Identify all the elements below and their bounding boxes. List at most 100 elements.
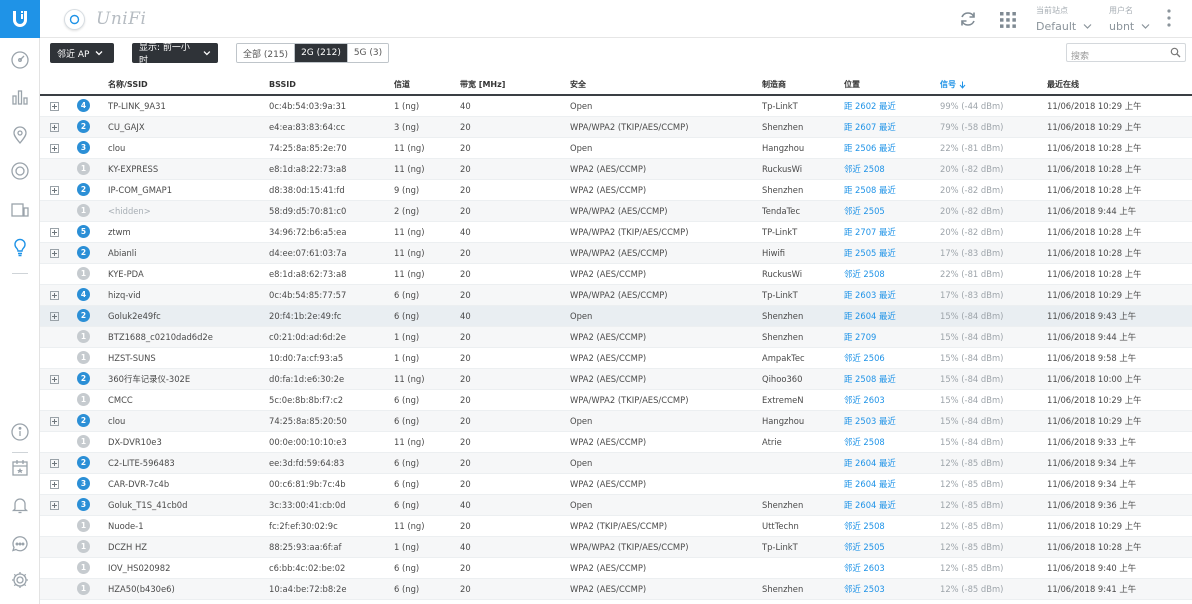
search-input[interactable] (1067, 48, 1165, 66)
expand-row-icon[interactable] (50, 143, 59, 153)
band-5g-button[interactable]: 5G (3) (347, 44, 389, 62)
table-row[interactable]: 1 <hidden> 58:d9:d5:70:81:c0 2 (ng) 20 WPA/WP… (40, 200, 1192, 222)
col-header-signal[interactable]: 信号 (940, 75, 1047, 96)
location-cell[interactable]: 距 2508 最近 (844, 179, 940, 201)
col-header-bssid[interactable]: BSSID (269, 75, 394, 96)
col-header-location[interactable]: 位置 (844, 75, 940, 96)
security-cell: Open (570, 305, 762, 327)
col-header-security[interactable]: 安全 (570, 75, 762, 96)
neighbor-ap-dropdown[interactable]: 邻近 AP (50, 43, 114, 63)
site-selector[interactable]: 当前站点 Default (1036, 5, 1092, 33)
alerts-icon[interactable] (10, 495, 30, 515)
location-cell[interactable]: 距 2709 (844, 326, 940, 348)
expand-row-icon[interactable] (50, 311, 59, 321)
expand-row-icon[interactable] (50, 290, 59, 300)
location-cell[interactable]: 距 2604 最近 (844, 494, 940, 516)
table-row[interactable]: 1 DCZH HZ 88:25:93:aa:6f:af 1 (ng) 40 WPA/WPA… (40, 536, 1192, 558)
table-row[interactable]: 2 IP-COM_GMAP1 d8:38:0d:15:41:fd 9 (ng) 20 WP… (40, 179, 1192, 201)
table-row[interactable]: 2 CU_GAJX e4:ea:83:83:64:cc 3 (ng) 20 WPA/WPA… (40, 116, 1192, 138)
expand-row-icon[interactable] (50, 458, 59, 468)
ssid-cell: HZA50(b430e6) (108, 578, 269, 600)
col-header-bandwidth[interactable]: 带宽 [MHz] (460, 75, 570, 96)
location-cell[interactable]: 距 2604 最近 (844, 473, 940, 495)
location-cell[interactable]: 邻近 2503 (844, 578, 940, 600)
channel-cell: 11 (ng) (394, 137, 460, 159)
table-row[interactable]: 2 360行车记录仪-302E d0:fa:1d:e6:30:2e 11 (ng) 20… (40, 368, 1192, 390)
expand-row-icon[interactable] (50, 416, 59, 426)
table-row[interactable]: 5 ztwm 34:96:72:b6:a5:ea 11 (ng) 40 WPA/WPA2 … (40, 221, 1192, 243)
location-cell[interactable]: 邻近 2505 (844, 200, 940, 222)
location-cell[interactable]: 距 2604 最近 (844, 305, 940, 327)
table-row[interactable]: 2 Abianli d4:ee:07:61:03:7a 11 (ng) 20 WPA/WP… (40, 242, 1192, 264)
dashboard-icon[interactable] (10, 50, 30, 70)
bandwidth-cell: 20 (460, 137, 570, 159)
insights-icon[interactable] (10, 237, 30, 257)
band-2g-button[interactable]: 2G (212) (295, 44, 348, 62)
more-menu-icon[interactable] (1164, 7, 1174, 29)
col-header-ssid[interactable]: 名称/SSID (108, 75, 269, 96)
col-header-channel[interactable]: 信道 (394, 75, 460, 96)
security-cell: WPA2 (AES/CCMP) (570, 263, 762, 285)
user-menu[interactable]: 用户名 ubnt (1109, 5, 1150, 33)
chat-icon[interactable] (10, 534, 30, 554)
col-header-manufacturer[interactable]: 制造商 (762, 75, 844, 96)
apps-grid-icon[interactable] (999, 11, 1017, 29)
location-cell[interactable]: 邻近 2603 (844, 389, 940, 411)
table-row[interactable]: 1 KY-EXPRESS e8:1d:a8:22:73:a8 11 (ng) 20 WPA… (40, 158, 1192, 180)
location-cell[interactable]: 距 2508 最近 (844, 368, 940, 390)
location-cell[interactable]: 距 2607 最近 (844, 116, 940, 138)
location-cell[interactable]: 邻近 2508 (844, 431, 940, 453)
table-row[interactable]: 1 BTZ1688_c0210dad6d2e c0:21:0d:ad:6d:2e 1 … (40, 326, 1192, 348)
events-icon[interactable] (10, 458, 30, 478)
table-row[interactable]: 1 DX-DVR10e3 00:0e:00:10:10:e3 11 (ng) 20 WPA… (40, 431, 1192, 453)
table-row[interactable]: 2 C2-LITE-596483 ee:3d:fd:59:64:83 6 (ng) 20… (40, 452, 1192, 474)
table-row[interactable]: 3 Goluk_T1S_41cb0d 3c:33:00:41:cb:0d 6 (ng)… (40, 494, 1192, 516)
location-cell[interactable]: 邻近 2508 (844, 158, 940, 180)
table-row[interactable]: 4 hizq-vid 0c:4b:54:85:77:57 6 (ng) 20 WPA/WP… (40, 284, 1192, 306)
location-cell[interactable]: 距 2503 最近 (844, 410, 940, 432)
location-cell[interactable]: 距 2602 最近 (844, 95, 940, 117)
expand-row-icon[interactable] (50, 374, 59, 384)
table-row[interactable]: 1 HZST-SUNS 10:d0:7a:cf:93:a5 1 (ng) 20 WPA2 … (40, 347, 1192, 369)
time-range-dropdown[interactable]: 显示: 前一小时 (132, 43, 218, 66)
table-row[interactable]: 1 KYE-PDA e8:1d:a8:62:73:a8 11 (ng) 20 WPA2 (… (40, 263, 1192, 285)
table-row[interactable]: 1 IOV_HS020982 c6:bb:4c:02:be:02 6 (ng) 20 WP… (40, 557, 1192, 579)
band-all-button[interactable]: 全部 (215) (237, 44, 296, 62)
location-cell[interactable]: 邻近 2508 (844, 263, 940, 285)
table-row[interactable]: 3 clou 74:25:8a:85:2e:70 11 (ng) 20 Open Hangz… (40, 137, 1192, 159)
location-cell[interactable]: 距 2506 最近 (844, 137, 940, 159)
location-cell[interactable]: 距 2604 最近 (844, 452, 940, 474)
expand-row-icon[interactable] (50, 185, 59, 195)
table-row[interactable]: 2 clou 74:25:8a:85:20:50 6 (ng) 20 Open Hangzh… (40, 410, 1192, 432)
map-icon[interactable] (10, 125, 30, 145)
expand-row-icon[interactable] (50, 479, 59, 489)
unifi-logo[interactable] (0, 0, 40, 38)
refresh-icon[interactable] (958, 9, 978, 29)
location-cell[interactable]: 邻近 2506 (844, 347, 940, 369)
table-row[interactable]: 2 Goluk2e49fc 20:f4:1b:2e:49:fc 6 (ng) 40 Ope… (40, 305, 1192, 327)
location-cell[interactable]: 邻近 2603 (844, 557, 940, 579)
devices-icon[interactable] (10, 161, 30, 181)
settings-gear-icon[interactable] (10, 570, 30, 590)
expand-row-icon[interactable] (50, 101, 59, 111)
expand-row-icon[interactable] (50, 248, 59, 258)
expand-row-icon[interactable] (50, 500, 59, 510)
location-cell[interactable]: 距 2505 最近 (844, 242, 940, 264)
expand-row-icon[interactable] (50, 122, 59, 132)
location-cell[interactable]: 距 2603 最近 (844, 284, 940, 306)
search-icon[interactable] (1170, 47, 1181, 58)
location-cell[interactable]: 距 2707 最近 (844, 221, 940, 243)
statistics-icon[interactable] (10, 87, 30, 107)
table-row[interactable]: 3 CAR-DVR-7c4b 00:c6:81:9b:7c:4b 6 (ng) 20 WP… (40, 473, 1192, 495)
info-icon[interactable] (10, 422, 30, 442)
manufacturer-cell: AmpakTec (762, 347, 844, 369)
table-row[interactable]: 4 TP-LINK_9A31 0c:4b:54:03:9a:31 1 (ng) 40 Op… (40, 95, 1192, 117)
clients-icon[interactable] (10, 200, 30, 220)
location-cell[interactable]: 邻近 2508 (844, 515, 940, 537)
table-row[interactable]: 1 CMCC 5c:0e:8b:8b:f7:c2 6 (ng) 20 WPA/WPA2 (… (40, 389, 1192, 411)
expand-row-icon[interactable] (50, 227, 59, 237)
location-cell[interactable]: 邻近 2505 (844, 536, 940, 558)
table-row[interactable]: 1 HZA50(b430e6) 10:a4:be:72:b8:2e 6 (ng) 20 W… (40, 578, 1192, 600)
table-row[interactable]: 1 Nuode-1 fc:2f:ef:30:02:9c 11 (ng) 20 WPA2 (… (40, 515, 1192, 537)
col-header-last-seen[interactable]: 最近在线 (1047, 75, 1192, 96)
